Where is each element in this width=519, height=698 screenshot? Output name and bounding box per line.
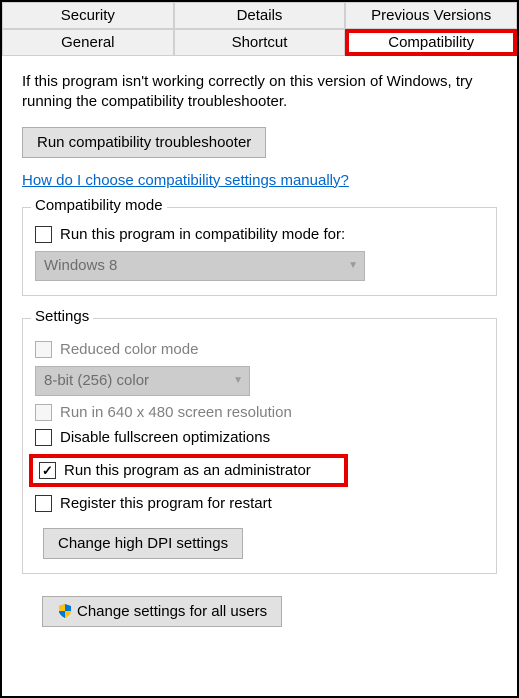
settings-group: Settings Reduced color mode 8-bit (256) … [22, 318, 497, 574]
reduced-color-label: Reduced color mode [60, 341, 198, 358]
compatibility-mode-legend: Compatibility mode [31, 197, 167, 214]
compatibility-mode-group: Compatibility mode Run this program in c… [22, 207, 497, 296]
help-link[interactable]: How do I choose compatibility settings m… [22, 172, 349, 189]
run-as-admin-checkbox[interactable] [39, 462, 56, 479]
run-as-admin-highlight: Run this program as an administrator [29, 454, 348, 487]
low-res-checkbox [35, 404, 52, 421]
register-restart-label: Register this program for restart [60, 495, 272, 512]
change-all-users-label: Change settings for all users [77, 603, 267, 620]
shield-icon [57, 603, 73, 619]
change-dpi-button[interactable]: Change high DPI settings [43, 528, 243, 559]
tab-general[interactable]: General [2, 29, 174, 56]
disable-fullscreen-label: Disable fullscreen optimizations [60, 429, 270, 446]
tab-row-2: General Shortcut Compatibility [2, 29, 517, 56]
color-mode-select-value: 8-bit (256) color [44, 372, 149, 389]
chevron-down-icon: ▼ [348, 260, 358, 271]
tab-content: If this program isn't working correctly … [2, 56, 517, 637]
color-mode-select: 8-bit (256) color ▼ [35, 366, 250, 396]
run-troubleshooter-button[interactable]: Run compatibility troubleshooter [22, 127, 266, 158]
reduced-color-row: Reduced color mode [35, 341, 484, 358]
compat-mode-select[interactable]: Windows 8 ▼ [35, 251, 365, 281]
settings-legend: Settings [31, 308, 93, 325]
tab-shortcut[interactable]: Shortcut [174, 29, 346, 56]
compat-mode-select-value: Windows 8 [44, 257, 117, 274]
reduced-color-checkbox [35, 341, 52, 358]
tab-previous-versions[interactable]: Previous Versions [345, 2, 517, 29]
disable-fullscreen-checkbox[interactable] [35, 429, 52, 446]
tab-row-1: Security Details Previous Versions [2, 2, 517, 29]
chevron-down-icon: ▼ [233, 375, 243, 386]
tab-security[interactable]: Security [2, 2, 174, 29]
register-restart-row: Register this program for restart [35, 495, 484, 512]
tab-strip: Security Details Previous Versions Gener… [2, 2, 517, 56]
intro-text: If this program isn't working correctly … [22, 72, 497, 113]
disable-fullscreen-row: Disable fullscreen optimizations [35, 429, 484, 446]
run-as-admin-label: Run this program as an administrator [64, 462, 311, 479]
tab-details[interactable]: Details [174, 2, 346, 29]
compat-mode-checkbox-label: Run this program in compatibility mode f… [60, 226, 345, 243]
low-res-label: Run in 640 x 480 screen resolution [60, 404, 292, 421]
change-all-users-button[interactable]: Change settings for all users [42, 596, 282, 627]
compat-mode-checkbox-row: Run this program in compatibility mode f… [35, 226, 484, 243]
low-res-row: Run in 640 x 480 screen resolution [35, 404, 484, 421]
compat-mode-checkbox[interactable] [35, 226, 52, 243]
register-restart-checkbox[interactable] [35, 495, 52, 512]
tab-compatibility[interactable]: Compatibility [345, 29, 517, 56]
run-as-admin-row: Run this program as an administrator [39, 462, 338, 479]
